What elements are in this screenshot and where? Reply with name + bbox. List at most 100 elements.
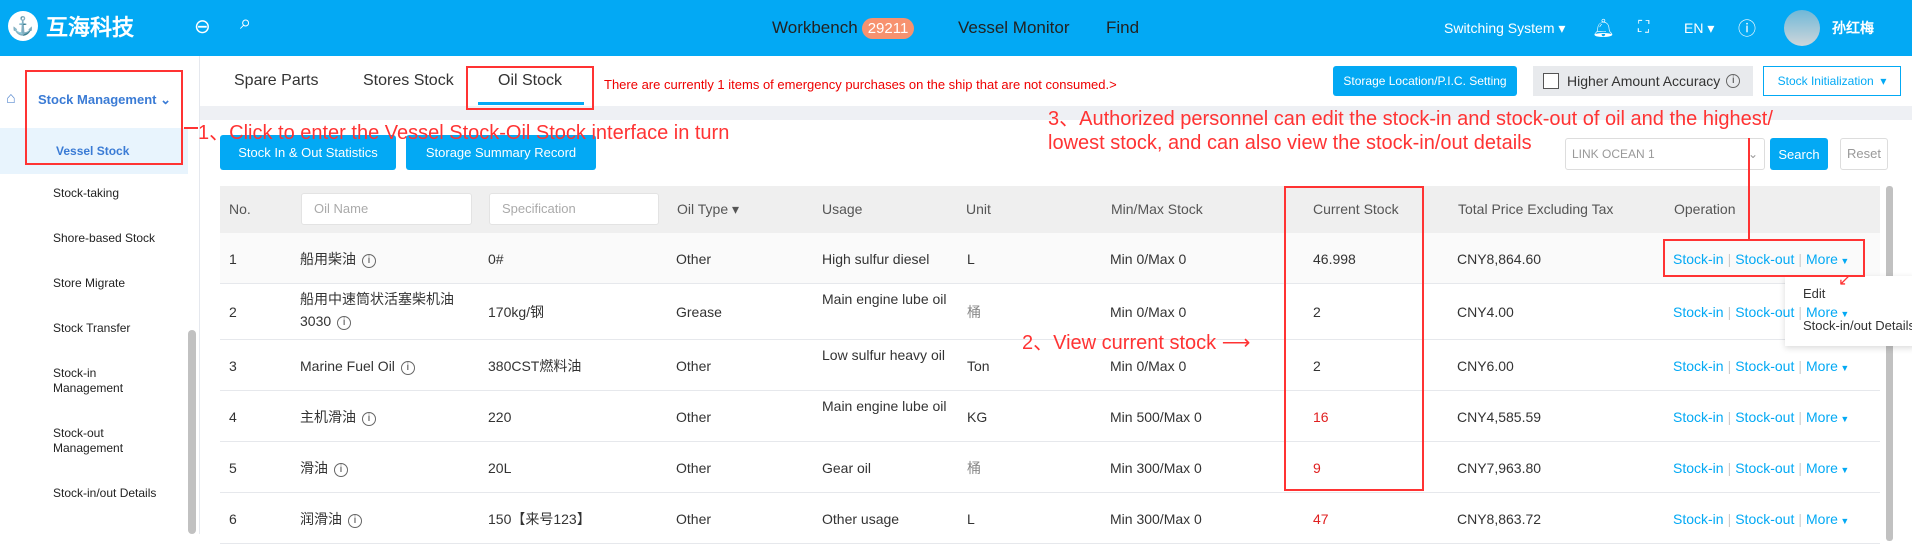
cell-unit: L xyxy=(967,250,975,267)
cell-name: 滑油 i xyxy=(300,457,480,479)
stock-out-link[interactable]: Stock-out xyxy=(1735,358,1794,374)
tab-spare-parts[interactable]: Spare Parts xyxy=(234,56,318,106)
stock-out-link[interactable]: Stock-out xyxy=(1735,511,1794,527)
cell-no: 4 xyxy=(229,408,237,425)
checkbox-icon[interactable] xyxy=(1543,73,1559,89)
reset-button[interactable]: Reset xyxy=(1840,138,1888,170)
stock-out-link[interactable]: Stock-out xyxy=(1735,304,1794,320)
nav-workbench[interactable]: Workbench 29211 xyxy=(772,0,915,56)
cell-usage: Main engine lube oil xyxy=(822,291,947,307)
cell-current: 2 xyxy=(1313,357,1321,374)
language-dropdown[interactable]: EN ▾ xyxy=(1684,0,1714,56)
specification-filter-input[interactable]: Specification xyxy=(489,193,659,225)
cell-current: 46.998 xyxy=(1313,250,1356,267)
storage-setting-button[interactable]: Storage Location/P.I.C. Setting xyxy=(1333,66,1517,96)
cell-price: CNY6.00 xyxy=(1457,357,1514,374)
stock-out-link[interactable]: Stock-out xyxy=(1735,251,1794,267)
row-operations: Stock-in | Stock-out | More ▼ xyxy=(1673,250,1850,267)
cell-unit: KG xyxy=(967,408,988,425)
user-name[interactable]: 孙红梅 xyxy=(1832,0,1874,56)
cell-price: CNY8,864.60 xyxy=(1457,250,1542,267)
home-icon: ⌂ xyxy=(6,90,16,107)
cell-name: 润滑油 i xyxy=(300,508,480,530)
cell-name: Marine Fuel Oil i xyxy=(300,355,480,377)
top-header: ⚓ 互海科技 ⊖ ⌕ Workbench 29211 Vessel Monitor … xyxy=(0,0,1912,56)
cell-usage: High sulfur diesel xyxy=(822,250,930,267)
info-icon[interactable]: i xyxy=(362,253,376,268)
emergency-notice[interactable]: There are currently 1 items of emergency… xyxy=(604,77,1117,92)
info-icon[interactable]: i xyxy=(400,360,415,375)
sidebar-item-stock-in-management[interactable]: Stock-in Management xyxy=(53,366,133,396)
higher-accuracy-checkbox[interactable]: Higher Amount Accuracy i xyxy=(1533,66,1753,96)
back-icon[interactable]: ⊖ xyxy=(194,14,211,39)
stock-initialization-dropdown[interactable]: Stock Initialization ▾ xyxy=(1763,66,1901,96)
annotation-3-line2: lowest stock, and can also view the stoc… xyxy=(1048,132,1532,154)
vessel-select[interactable]: LINK OCEAN 1 ⌄ xyxy=(1565,138,1765,170)
stock-in-link[interactable]: Stock-in xyxy=(1673,358,1724,374)
cell-name: 船用柴油 i xyxy=(300,248,480,270)
more-dropdown[interactable]: More ▼ xyxy=(1806,251,1849,267)
cell-type: Other xyxy=(676,459,712,476)
logo[interactable]: ⚓ 互海科技 xyxy=(8,10,134,42)
more-dropdown[interactable]: More ▼ xyxy=(1806,409,1849,425)
cell-usage: Gear oil xyxy=(822,459,872,476)
cell-unit: Ton xyxy=(967,357,990,374)
help-icon[interactable]: ⓘ xyxy=(1738,0,1756,56)
annotation-arrow-3 xyxy=(1748,138,1750,239)
stock-in-link[interactable]: Stock-in xyxy=(1673,511,1724,527)
annotation-arrow-1 xyxy=(184,127,198,129)
oil-type-filter[interactable]: Oil Type ▾ xyxy=(677,186,739,233)
oil-name-filter-input[interactable]: Oil Name xyxy=(301,193,472,225)
more-dropdown[interactable]: More ▼ xyxy=(1806,304,1849,320)
cell-price: CNY8,863.72 xyxy=(1457,510,1542,527)
stock-out-link[interactable]: Stock-out xyxy=(1735,460,1794,476)
cell-spec: 0# xyxy=(488,250,504,267)
sidebar-item-stock-in-out-details[interactable]: Stock-in/out Details xyxy=(53,486,156,501)
tab-stores-stock[interactable]: Stores Stock xyxy=(363,56,454,106)
row-operations: Stock-in | Stock-out | More ▼ xyxy=(1673,357,1850,374)
nav-vessel-monitor[interactable]: Vessel Monitor xyxy=(958,0,1070,56)
sidebar-item-store-migrate[interactable]: Store Migrate xyxy=(53,276,125,291)
stock-in-link[interactable]: Stock-in xyxy=(1673,304,1724,320)
info-icon: i xyxy=(1726,74,1741,88)
row-operations: Stock-in | Stock-out | More ▼ xyxy=(1673,459,1850,476)
avatar[interactable] xyxy=(1784,10,1820,46)
nav-find[interactable]: Find xyxy=(1106,0,1139,56)
sidebar-item-stock-taking[interactable]: Stock-taking xyxy=(53,186,119,201)
cell-minmax: Min 0/Max 0 xyxy=(1110,250,1187,267)
sidebar-item-stock-out-management[interactable]: Stock-out Management xyxy=(53,426,133,456)
stock-in-link[interactable]: Stock-in xyxy=(1673,251,1724,267)
cell-no: 2 xyxy=(229,304,237,320)
more-dropdown[interactable]: More ▼ xyxy=(1806,511,1849,527)
cell-minmax: Min 300/Max 0 xyxy=(1110,459,1202,476)
stock-in-link[interactable]: Stock-in xyxy=(1673,409,1724,425)
col-usage: Usage xyxy=(822,201,863,217)
cell-usage: Main engine lube oil xyxy=(822,398,947,414)
search-icon[interactable]: ⌕ xyxy=(240,12,251,35)
search-button[interactable]: Search xyxy=(1770,138,1828,170)
annotation-3-line1: 3、Authorized personnel can edit the stoc… xyxy=(1048,108,1773,130)
menu-item-edit[interactable]: Edit xyxy=(1803,286,1825,301)
row-operations: Stock-in | Stock-out | More ▼ xyxy=(1673,408,1850,425)
more-dropdown[interactable]: More ▼ xyxy=(1806,358,1849,374)
sidebar-scrollbar[interactable] xyxy=(188,330,196,534)
table-scrollbar[interactable] xyxy=(1886,186,1893,541)
cell-current: 9 xyxy=(1313,459,1321,476)
annotation-box-current-stock xyxy=(1284,186,1424,491)
cell-type: Grease xyxy=(676,304,722,320)
fullscreen-icon[interactable]: ⛶ xyxy=(1638,0,1649,56)
bell-icon[interactable]: 🔔︎ xyxy=(1592,0,1615,56)
info-icon[interactable]: i xyxy=(362,411,376,426)
cell-type: Other xyxy=(676,250,712,267)
sidebar-item-shore-based-stock[interactable]: Shore-based Stock xyxy=(53,231,155,246)
info-icon[interactable]: i xyxy=(334,462,348,477)
stock-out-link[interactable]: Stock-out xyxy=(1735,409,1794,425)
more-dropdown[interactable]: More ▼ xyxy=(1806,460,1849,476)
info-icon[interactable]: i xyxy=(348,513,362,528)
info-icon[interactable]: i xyxy=(337,316,352,330)
col-no: No. xyxy=(229,201,251,217)
sidebar-item-stock-transfer[interactable]: Stock Transfer xyxy=(53,321,130,336)
switching-system-dropdown[interactable]: Switching System ▾ xyxy=(1444,0,1565,56)
stock-in-link[interactable]: Stock-in xyxy=(1673,460,1724,476)
annotation-box-oil-tab xyxy=(466,66,594,110)
